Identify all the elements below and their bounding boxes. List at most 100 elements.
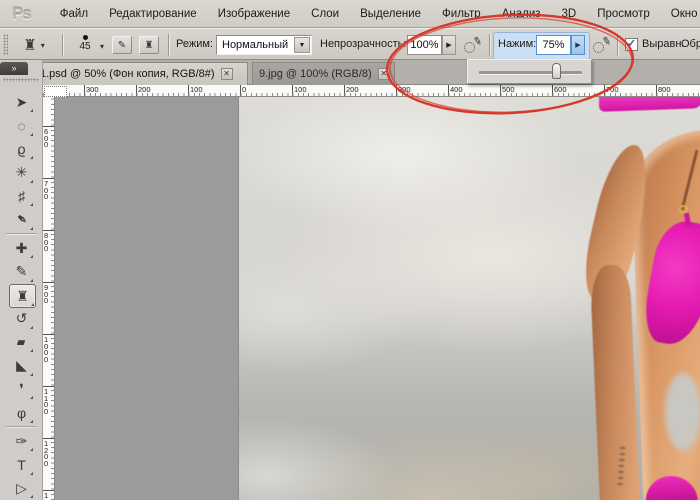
tools-panel: » ➤◌ϱ✳♯✒✚✎♜↺■◣❜φ✑T▷▭ xyxy=(0,60,43,500)
panel-grip[interactable] xyxy=(3,78,39,82)
options-bar: ♜ ▾ 45 ▾ ✎ ♜ Режим: Нормальный ▼ Непрозр… xyxy=(0,28,700,60)
ruler-tick xyxy=(500,85,501,97)
flow-slider-thumb[interactable] xyxy=(552,63,561,79)
dodge-tool-icon: φ xyxy=(17,405,26,421)
chevron-down-icon: ▾ xyxy=(41,41,45,50)
eyedropper-tool[interactable]: ✒ xyxy=(9,209,34,231)
flow-slider-arrow[interactable]: ▶ xyxy=(571,35,585,55)
crop-tool-icon: ♯ xyxy=(18,188,25,204)
mode-label: Режим: xyxy=(176,38,213,50)
divider xyxy=(617,34,618,56)
flow-slider-popup xyxy=(467,59,592,84)
elliptical-marquee-tool[interactable]: ◌ xyxy=(9,115,34,137)
paint-bucket-tool[interactable]: ◣ xyxy=(9,355,34,377)
type-tool-icon: T xyxy=(17,457,26,473)
ruler-label: 7 0 0 xyxy=(44,181,48,201)
lasso-tool[interactable]: ϱ xyxy=(9,138,34,160)
opacity-input[interactable]: 100% xyxy=(407,35,442,55)
clone-stamp-tool-icon: ♜ xyxy=(16,288,29,305)
airbrush-toggle-icon[interactable] xyxy=(464,37,481,54)
tool-preset-picker[interactable]: ♜ ▾ xyxy=(12,33,56,57)
brush-tip-icon xyxy=(83,35,88,40)
clone-stamp-tool[interactable]: ♜ xyxy=(9,284,36,308)
tool-separator xyxy=(6,426,37,427)
tab-label: 9.jpg @ 100% (RGB/8) xyxy=(259,68,372,80)
menu-items: Файл Редактирование Изображение Слои Выделен… xyxy=(57,6,700,22)
menu-item-6[interactable]: Фильтр xyxy=(439,6,484,22)
menu-item-5[interactable]: Выделение xyxy=(357,6,424,22)
collapse-panel-button[interactable]: » xyxy=(0,62,28,75)
tab-document-1[interactable]: 1.psd @ 50% (Фон копия, RGB/8#) ✕ xyxy=(33,62,248,85)
close-icon[interactable]: ✕ xyxy=(221,68,233,80)
toggle-clone-source-panel-button[interactable]: ♜ xyxy=(139,36,159,54)
menu-item-3[interactable]: Изображение xyxy=(215,6,293,22)
canvas-pasteboard[interactable] xyxy=(55,97,700,500)
document-tab-strip: 1.psd @ 50% (Фон копия, RGB/8#) ✕ 9.jpg … xyxy=(0,60,700,85)
ruler-label: 1 1 0 0 xyxy=(44,389,48,415)
eraser-tool[interactable]: ■ xyxy=(9,331,34,353)
type-tool[interactable]: T xyxy=(9,454,34,476)
flow-label: Нажим: xyxy=(498,38,536,50)
ruler-tick xyxy=(656,85,657,97)
chevron-down-icon[interactable]: ▾ xyxy=(100,42,104,51)
chevron-down-icon[interactable]: ▼ xyxy=(294,37,310,53)
tab-document-2[interactable]: 9.jpg @ 100% (RGB/8) ✕ xyxy=(252,62,395,85)
flow-slider-track[interactable] xyxy=(479,71,582,75)
brush-tool[interactable]: ✎ xyxy=(9,261,34,283)
magenta-fabric-top xyxy=(599,97,700,112)
options-bar-grip[interactable] xyxy=(3,34,8,55)
ruler-tick xyxy=(396,85,397,97)
sample-label-partial: Обр xyxy=(681,38,700,50)
brush-panel-icon: ✎ xyxy=(118,40,126,51)
ruler-label: 9 0 0 xyxy=(44,285,48,305)
ruler-label: 6 0 0 xyxy=(44,129,48,149)
move-tool-icon: ➤ xyxy=(16,94,28,111)
path-selection-tool[interactable]: ▷ xyxy=(9,477,34,499)
pen-tool[interactable]: ✑ xyxy=(9,430,34,452)
ruler-label: 200 xyxy=(138,85,151,94)
ruler-tick xyxy=(188,85,189,97)
eyedropper-tool-icon: ✒ xyxy=(12,209,32,230)
flow-input[interactable]: 75% xyxy=(536,35,571,55)
blur-tool[interactable]: ❜ xyxy=(9,378,34,400)
background-gap xyxy=(665,373,700,451)
menu-item-10[interactable]: Окно xyxy=(668,6,700,22)
blend-mode-select[interactable]: Нормальный ▼ xyxy=(216,35,312,55)
clone-source-panel-icon: ♜ xyxy=(145,40,154,51)
ruler-label: 400 xyxy=(450,85,463,94)
menu-item-8[interactable]: 3D xyxy=(559,6,580,22)
tool-separator xyxy=(6,233,37,234)
photo-document[interactable] xyxy=(238,97,700,500)
ruler-label: 600 xyxy=(554,85,567,94)
ruler-label: 700 xyxy=(606,85,619,94)
blur-tool-icon: ❜ xyxy=(19,381,24,398)
aligned-checkbox[interactable]: ✓ xyxy=(625,38,638,51)
menu-item-4[interactable]: Слои xyxy=(308,6,342,22)
ruler-label: 8 0 0 xyxy=(44,233,48,253)
toggle-brush-panel-button[interactable]: ✎ xyxy=(112,36,132,54)
brush-preset-picker[interactable]: 45 xyxy=(72,32,98,58)
ruler-label: 100 xyxy=(294,85,307,94)
paint-bucket-tool-icon: ◣ xyxy=(16,357,27,374)
menu-item-2[interactable]: Редактирование xyxy=(106,6,200,22)
vertical-ruler[interactable]: 6 0 07 0 08 0 09 0 01 0 0 01 1 0 01 2 0 … xyxy=(43,97,55,500)
menu-item-7[interactable]: Анализ xyxy=(499,6,544,22)
menu-item-9[interactable]: Просмотр xyxy=(594,6,653,22)
brush-tool-icon: ✎ xyxy=(16,263,28,280)
brush-size-value: 45 xyxy=(72,41,98,52)
ruler-label: 800 xyxy=(658,85,671,94)
ruler-tick xyxy=(240,85,241,97)
dodge-tool[interactable]: φ xyxy=(9,402,34,424)
healing-brush-tool[interactable]: ✚ xyxy=(9,237,34,259)
app-logo: Ps xyxy=(12,4,31,24)
close-icon[interactable]: ✕ xyxy=(378,68,390,80)
airbrush-toggle-icon[interactable] xyxy=(593,37,610,54)
menu-item-1[interactable]: Файл xyxy=(57,6,91,22)
move-tool[interactable]: ➤ xyxy=(9,91,34,113)
magic-wand-tool[interactable]: ✳ xyxy=(9,162,34,184)
ruler-origin-box[interactable] xyxy=(44,86,67,97)
history-brush-tool[interactable]: ↺ xyxy=(9,308,34,330)
crop-tool[interactable]: ♯ xyxy=(9,185,34,207)
horizontal-ruler[interactable]: 3002001000100200300400500600700800900 xyxy=(43,85,700,97)
opacity-slider-arrow[interactable]: ▶ xyxy=(442,35,456,55)
